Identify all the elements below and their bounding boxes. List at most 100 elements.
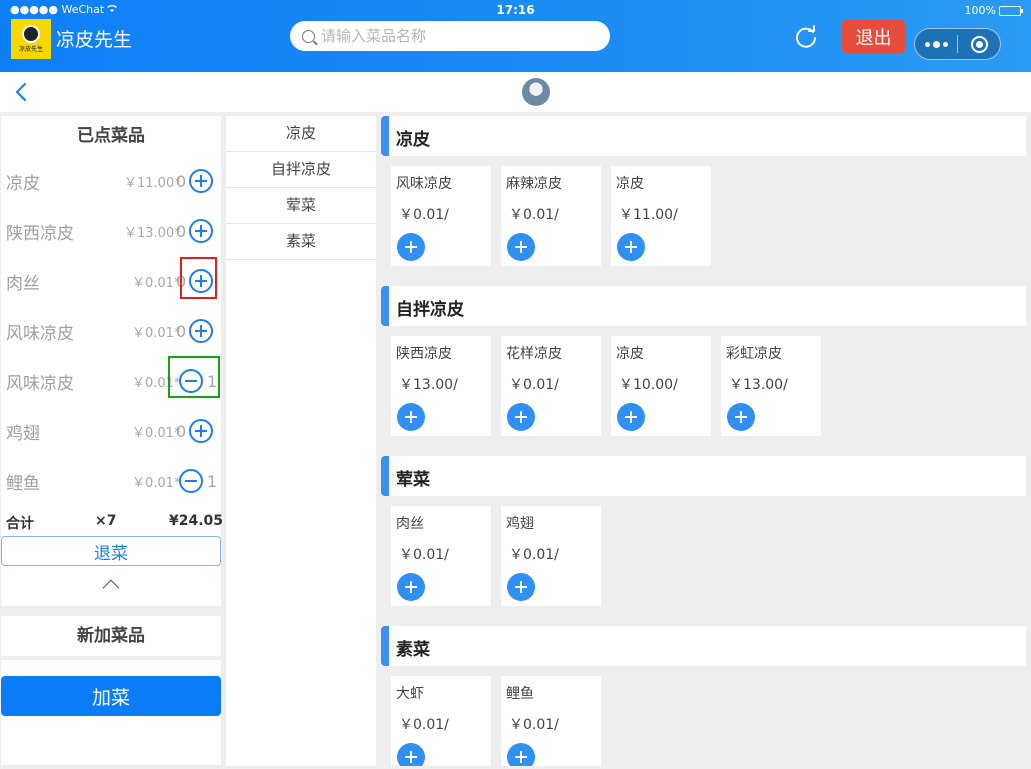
dish-name: 鲤鱼 — [506, 686, 534, 702]
ordered-item-price: ￥13.00* — [124, 225, 181, 241]
section-header: 素菜 — [381, 626, 1026, 666]
dish-price: ￥13.00/ — [729, 377, 788, 393]
dish-price: ￥0.01/ — [509, 207, 559, 223]
ordered-item-price: ￥0.01* — [132, 475, 181, 491]
dish-card: 鸡翅 ￥0.01/ — [501, 506, 601, 606]
miniprogram-capsule — [914, 28, 1001, 60]
refund-button[interactable]: 退菜 — [1, 536, 221, 566]
chevron-up-icon[interactable] — [102, 579, 120, 597]
dish-name: 凉皮 — [616, 176, 644, 192]
top-bar: ●●●●● WeChat 17:16 100% 凉皮先生 凉皮先生 退出 — [0, 0, 1031, 72]
more-icon[interactable] — [915, 40, 957, 48]
dish-name: 鸡翅 — [506, 516, 534, 532]
logout-button[interactable]: 退出 — [842, 20, 905, 53]
dish-card: 麻辣凉皮 ￥0.01/ — [501, 166, 601, 266]
add-to-order-icon[interactable] — [507, 233, 535, 261]
add-to-order-icon[interactable] — [397, 573, 425, 601]
ordered-item-price: ￥0.01* — [132, 325, 181, 341]
refresh-icon[interactable] — [792, 23, 820, 51]
section-title: 素菜 — [396, 640, 430, 660]
increase-icon[interactable] — [189, 319, 213, 343]
status-time: 17:16 — [496, 3, 535, 17]
dish-price: ￥0.01/ — [509, 717, 559, 733]
dish-menu: 凉皮 风味凉皮 ￥0.01/ 麻辣凉皮 ￥0.01/ 凉皮 ￥11.00/ 自拌… — [381, 116, 1026, 766]
dish-card: 彩虹凉皮 ￥13.00/ — [721, 336, 821, 436]
dish-card: 陕西凉皮 ￥13.00/ — [391, 336, 491, 436]
add-dish-button[interactable]: 加菜 — [1, 676, 221, 716]
category-list: 凉皮 自拌凉皮 荤菜 素菜 — [226, 116, 376, 766]
close-miniprogram-icon[interactable] — [958, 35, 1000, 53]
add-to-order-icon[interactable] — [617, 233, 645, 261]
decrease-icon[interactable] — [179, 469, 203, 493]
increase-icon[interactable] — [189, 419, 213, 443]
total-count: ×7 — [95, 513, 117, 529]
add-to-order-icon[interactable] — [507, 403, 535, 431]
dish-card: 凉皮 ￥11.00/ — [611, 166, 711, 266]
dish-section: 素菜 大虾 ￥0.01/ 鲤鱼 ￥0.01/ — [381, 626, 1026, 766]
category-item[interactable]: 凉皮 — [226, 116, 376, 152]
ordered-item-name: 陕西凉皮 — [6, 223, 74, 244]
dish-price: ￥0.01/ — [399, 207, 449, 223]
category-item[interactable]: 自拌凉皮 — [226, 152, 376, 188]
category-item[interactable]: 素菜 — [226, 224, 376, 260]
new-dishes-title: 新加菜品 — [1, 616, 221, 656]
add-to-order-icon[interactable] — [397, 743, 425, 766]
section-header: 凉皮 — [381, 116, 1026, 156]
total-label: 合计 — [6, 516, 34, 532]
ordered-item: 鸡翅 ￥0.01* 0 — [1, 416, 221, 446]
ordered-item-qty: 0 — [176, 221, 187, 241]
ordered-item: 鲤鱼 ￥0.01* 1 — [1, 466, 221, 496]
section-title: 自拌凉皮 — [396, 300, 464, 320]
increase-icon[interactable] — [189, 169, 213, 193]
dish-price: ￥13.00/ — [399, 377, 458, 393]
ordered-item-price: ￥11.00* — [124, 175, 181, 191]
add-to-order-icon[interactable] — [397, 233, 425, 261]
dish-card: 风味凉皮 ￥0.01/ — [391, 166, 491, 266]
ordered-item-name: 凉皮 — [6, 173, 40, 194]
dish-price: ￥0.01/ — [399, 717, 449, 733]
search-icon — [302, 29, 315, 43]
search-input[interactable] — [321, 27, 591, 45]
ordered-item-name: 鲤鱼 — [6, 473, 40, 494]
total-row: 合计 ×7 ¥24.05 — [1, 510, 223, 532]
section-header: 荤菜 — [381, 456, 1026, 496]
ordered-item-name: 肉丝 — [6, 273, 40, 294]
dish-section: 自拌凉皮 陕西凉皮 ￥13.00/ 花样凉皮 ￥0.01/ 凉皮 ￥10.00/… — [381, 286, 1026, 436]
search-bar[interactable] — [290, 21, 610, 51]
category-item[interactable]: 荤菜 — [226, 188, 376, 224]
dish-price: ￥11.00/ — [619, 207, 678, 223]
ordered-item-qty: 0 — [176, 421, 187, 441]
dish-price: ￥0.01/ — [509, 377, 559, 393]
add-to-order-icon[interactable] — [397, 403, 425, 431]
new-dishes-panel: 加菜 — [1, 660, 221, 765]
ordered-title: 已点菜品 — [77, 126, 145, 146]
ordered-item-qty: 1 — [207, 471, 218, 491]
logo-face-icon — [22, 25, 40, 43]
ordered-item: 凉皮 ￥11.00* 0 — [1, 166, 221, 196]
section-header: 自拌凉皮 — [381, 286, 1026, 326]
dish-card: 凉皮 ￥10.00/ — [611, 336, 711, 436]
dish-name: 彩虹凉皮 — [726, 346, 782, 362]
dish-price: ￥0.01/ — [509, 547, 559, 563]
dish-name: 肉丝 — [396, 516, 424, 532]
battery-icon — [999, 5, 1023, 16]
dish-price: ￥10.00/ — [619, 377, 678, 393]
dish-card: 大虾 ￥0.01/ — [391, 676, 491, 766]
app-name: 凉皮先生 — [56, 29, 133, 51]
increase-icon[interactable] — [189, 219, 213, 243]
dish-name: 陕西凉皮 — [396, 346, 452, 362]
ordered-item-name: 风味凉皮 — [6, 323, 74, 344]
add-to-order-icon[interactable] — [617, 403, 645, 431]
back-arrow-icon[interactable] — [12, 82, 32, 102]
ordered-panel: 已点菜品 凉皮 ￥11.00* 0 陕西凉皮 ￥13.00* 0 肉丝 ￥0.0… — [1, 116, 223, 606]
dish-card: 鲤鱼 ￥0.01/ — [501, 676, 601, 766]
ordered-item-price: ￥0.01* — [132, 275, 181, 291]
dish-card: 肉丝 ￥0.01/ — [391, 506, 491, 606]
add-to-order-icon[interactable] — [507, 573, 535, 601]
dish-name: 风味凉皮 — [396, 176, 452, 192]
add-to-order-icon[interactable] — [727, 403, 755, 431]
section-title: 荤菜 — [396, 470, 430, 490]
user-avatar[interactable] — [522, 78, 550, 106]
add-to-order-icon[interactable] — [507, 743, 535, 766]
section-title: 凉皮 — [396, 130, 430, 150]
